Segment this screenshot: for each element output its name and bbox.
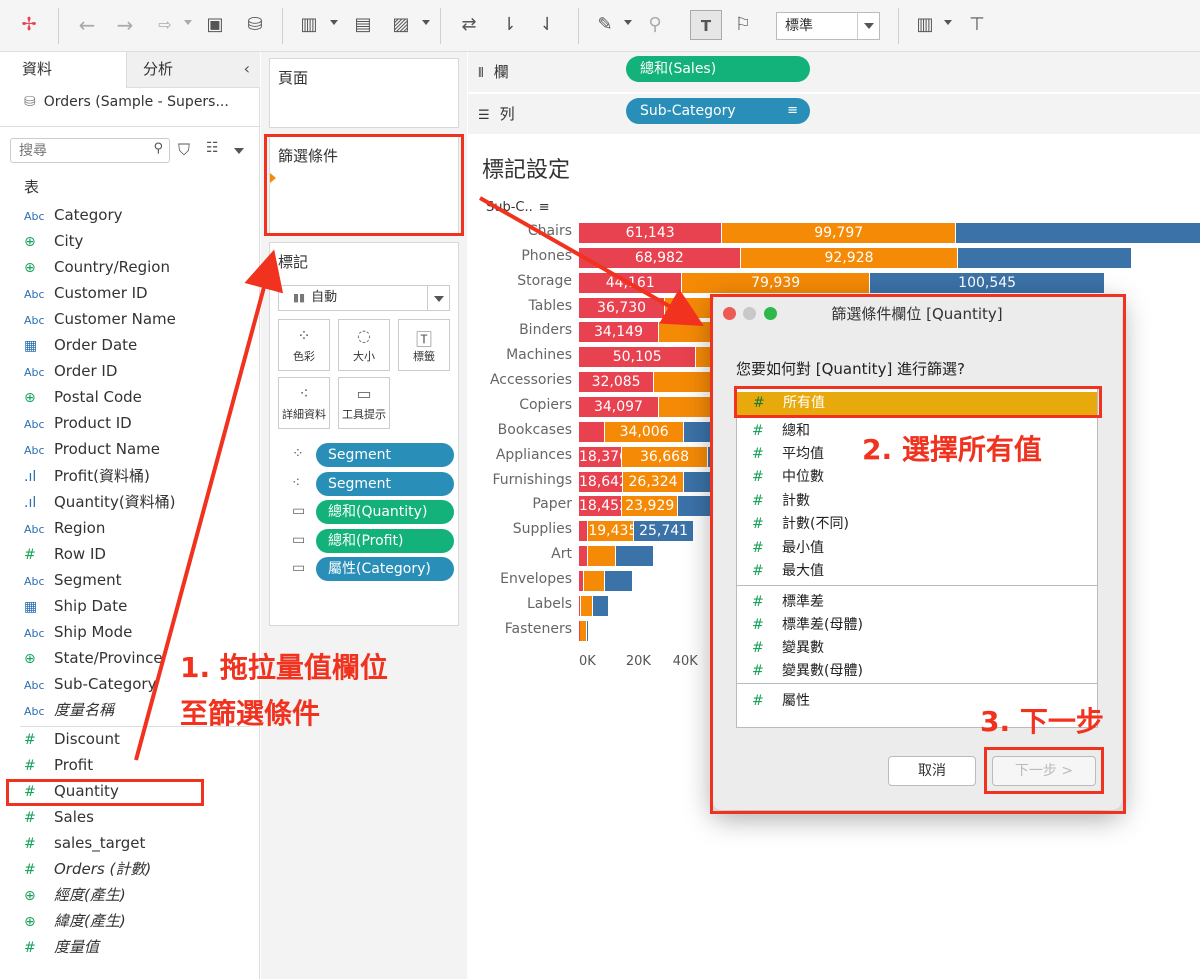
annotation-step2: 2. 選擇所有值 xyxy=(862,433,1042,466)
annotation-arrows xyxy=(134,196,704,761)
annotation-step1-line1: 1. 拖拉量值欄位 xyxy=(180,651,388,684)
annotation-step1-line2: 至篩選條件 xyxy=(180,697,321,730)
arrow-2 xyxy=(479,196,704,326)
annotation-step3: 3. 下一步 xyxy=(980,705,1104,738)
